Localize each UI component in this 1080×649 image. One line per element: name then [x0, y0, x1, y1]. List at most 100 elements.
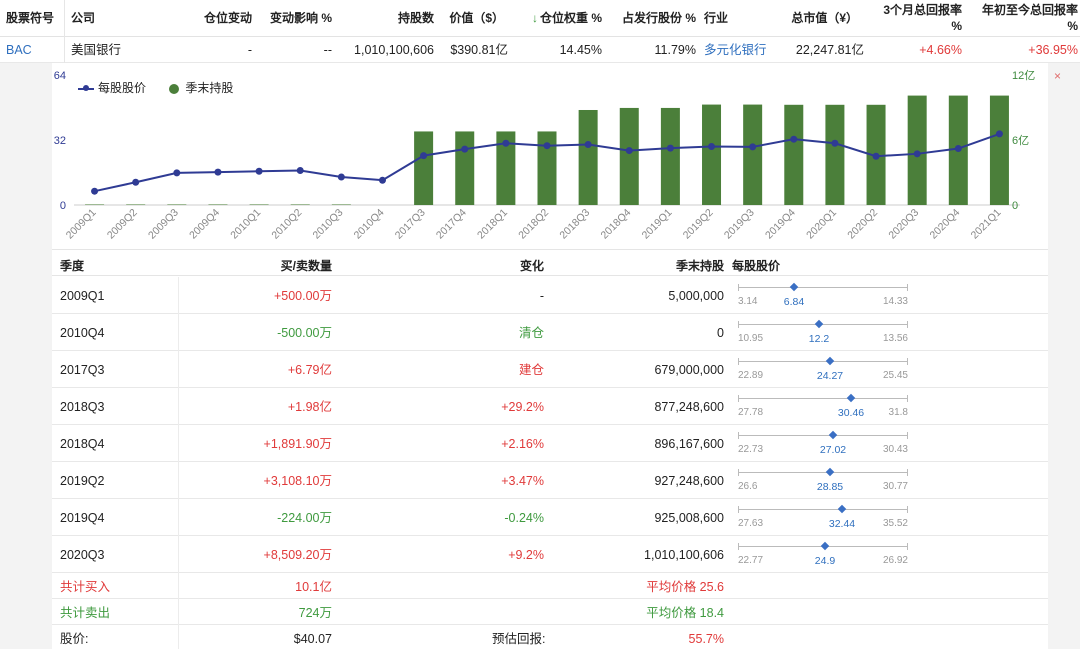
col-value[interactable]: 价值（$）	[446, 10, 504, 26]
row-quarter: 2009Q1	[60, 289, 105, 303]
range-price: 6.84	[783, 296, 805, 308]
range-low: 27.63	[738, 518, 764, 529]
x-tick-label: 2017Q4	[434, 207, 469, 242]
row-holding: 896,167,600	[654, 437, 724, 451]
x-tick-label: 2010Q2	[269, 207, 304, 242]
close-icon[interactable]: ×	[1054, 69, 1061, 83]
range-low: 22.89	[738, 370, 764, 381]
x-tick-label: 2009Q1	[64, 207, 99, 242]
divider	[178, 625, 179, 649]
table-row[interactable]: 2018Q4 +1,891.90万 +2.16% 896,167,600 22.73 27…	[52, 425, 1048, 462]
range-low: 27.78	[738, 407, 764, 418]
x-tick-label: 2019Q4	[763, 207, 798, 242]
return-ytd: +36.95%	[1028, 43, 1078, 57]
col-return-3m[interactable]: 3个月总回报率%	[870, 2, 962, 34]
col-market-cap[interactable]: 总市值（¥）	[776, 10, 858, 26]
price-point	[625, 147, 633, 155]
price-range: 26.6 28.85 30.77	[738, 466, 908, 496]
range-tick	[907, 506, 908, 513]
col-shares[interactable]: 持股数	[360, 10, 434, 26]
holding-bar	[784, 104, 804, 205]
col-pct-outstanding[interactable]: 占发行股份 %	[606, 10, 696, 26]
range-price: 30.46	[837, 407, 865, 419]
range-tick	[738, 469, 739, 476]
row-change: 清仓	[518, 326, 544, 340]
legend-item-holding[interactable]: 季末持股	[167, 79, 233, 96]
range-tick	[738, 358, 739, 365]
divider	[178, 277, 179, 314]
left-axis-tick: 32	[54, 135, 66, 147]
divider	[178, 599, 179, 625]
summary-avg-price: 平均价格 18.4	[646, 606, 724, 620]
price-point	[666, 144, 674, 152]
price-point	[337, 173, 345, 181]
table-row[interactable]: 2018Q3 +1.98亿 +29.2% 877,248,600 27.78 30.46 3…	[52, 388, 1048, 425]
range-bar	[738, 361, 908, 362]
col-change-impact[interactable]: 变动影响 %	[262, 10, 332, 26]
row-quarter: 2019Q2	[60, 474, 105, 488]
range-tick	[907, 469, 908, 476]
divider	[178, 536, 179, 573]
divider	[178, 314, 179, 351]
x-tick-label: 2019Q2	[681, 207, 716, 242]
price-point	[91, 187, 99, 195]
row-holding: 0	[717, 326, 724, 340]
range-price: 24.9	[814, 555, 836, 567]
price-point	[502, 139, 510, 147]
row-quarter: 2017Q3	[60, 363, 105, 377]
table-row[interactable]: 2017Q3 +6.79亿 建仓 679,000,000 22.89 24.27 25.45	[52, 351, 1048, 388]
price-point	[954, 145, 962, 153]
pct-outstanding: 11.79%	[654, 43, 696, 57]
dot-marker-icon	[169, 83, 180, 94]
col-company[interactable]: 公司	[71, 10, 95, 26]
table-row[interactable]: 2019Q4 -224.00万 -0.24% 925,008,600 27.63 32.4…	[52, 499, 1048, 536]
th-quarter: 季度	[60, 259, 85, 273]
price-point	[296, 166, 304, 174]
range-high: 31.8	[888, 407, 908, 418]
price-range: 27.63 32.44 35.52	[738, 503, 908, 533]
holding-bar	[825, 104, 845, 205]
col-weight[interactable]: ↓ 仓位权重 %	[520, 10, 602, 26]
x-tick-label: 2009Q4	[187, 207, 222, 242]
x-tick-label: 2018Q2	[516, 207, 551, 242]
price-point	[378, 176, 386, 184]
right-axis-tick: 0	[1012, 200, 1018, 212]
table-row[interactable]: 2010Q4 -500.00万 清仓 0 10.95 12.2 13.56	[52, 314, 1048, 351]
range-price: 27.02	[819, 444, 847, 456]
table-row[interactable]: 2009Q1 +500.00万 - 5,000,000 3.14 6.84 14.33	[52, 277, 1048, 314]
col-return-ytd[interactable]: 年初至今总回报率%	[972, 2, 1078, 34]
price-point	[790, 135, 798, 143]
range-tick	[907, 358, 908, 365]
detail-panel: × 64 32 0 12亿 6亿 0 2009Q1 2009Q2 2009Q3 2009Q4 201…	[0, 63, 1080, 649]
return-label: 预估回报:	[492, 632, 546, 646]
table-row[interactable]: 2020Q3 +8,509.20万 +9.2% 1,010,100,606 22.77 2…	[52, 536, 1048, 573]
col-symbol[interactable]: 股票符号	[6, 10, 54, 26]
th-qty: 买/卖数量	[280, 259, 332, 273]
holding-bar	[208, 204, 228, 205]
holding-bar	[85, 204, 105, 205]
price-marker-icon	[820, 541, 830, 551]
range-tick	[907, 543, 908, 550]
legend-item-price[interactable]: 每股股价	[78, 79, 146, 96]
range-price: 28.85	[816, 481, 844, 493]
divider	[178, 425, 179, 462]
col-position-change[interactable]: 仓位变动	[186, 10, 252, 26]
range-low: 22.77	[738, 555, 764, 566]
range-high: 30.77	[882, 481, 908, 492]
holding-row[interactable]: BAC 美国银行 - -- 1,010,100,606 $390.81亿 14.…	[0, 37, 1080, 63]
range-tick	[738, 321, 739, 328]
col-industry[interactable]: 行业	[704, 10, 728, 26]
return-3m: +4.66%	[919, 43, 962, 57]
industry-link[interactable]: 多元化银行	[704, 42, 767, 58]
range-tick	[907, 395, 908, 402]
symbol-link[interactable]: BAC	[6, 42, 32, 58]
price-marker-icon	[825, 356, 835, 366]
summary-label: 共计卖出	[60, 606, 111, 620]
price-point	[255, 167, 263, 175]
divider	[64, 0, 65, 37]
x-tick-label: 2020Q1	[804, 207, 839, 242]
table-row[interactable]: 2019Q2 +3,108.10万 +3.47% 927,248,600 26.6 28.…	[52, 462, 1048, 499]
line-marker-icon	[78, 84, 94, 91]
divider	[178, 388, 179, 425]
x-tick-label: 2020Q4	[928, 207, 963, 242]
